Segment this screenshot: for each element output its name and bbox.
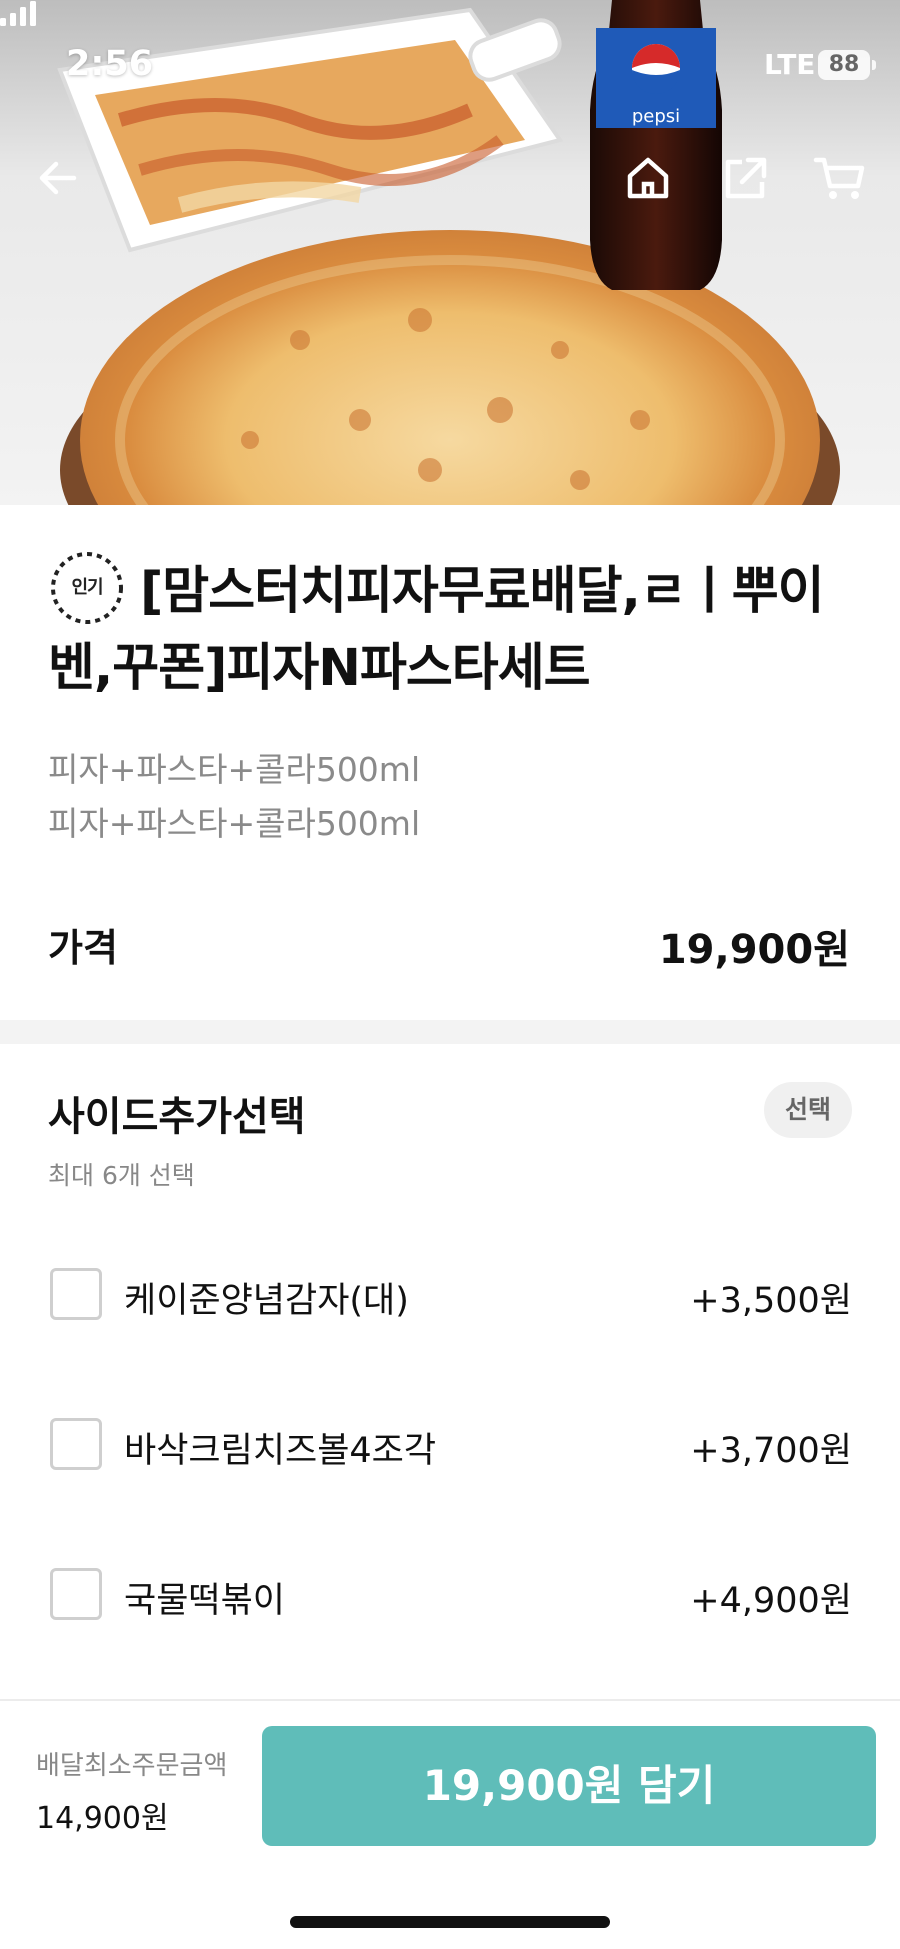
option-item-cheese-ball[interactable]: 바삭크림치즈볼4조각 +3,700원 xyxy=(48,1414,852,1474)
min-order-value: 14,900원 xyxy=(36,1801,169,1836)
battery-icon: 88 xyxy=(818,50,876,80)
arrow-left-icon xyxy=(39,161,77,195)
product-title-block: 인기 [맘스터치피자무료배달,ㄹㅣ뿌이벤,꾸폰]피자N파스타세트 xyxy=(48,552,868,705)
section-divider xyxy=(0,1020,900,1044)
product-description: 피자+파스타+콜라500ml 피자+파스타+콜라500ml xyxy=(48,743,420,851)
status-bar: 2:56 LTE 88 xyxy=(0,0,900,130)
option-price: +4,900원 xyxy=(690,1581,852,1621)
min-order-label: 배달최소주문금액 xyxy=(36,1751,228,1781)
cart-button[interactable] xyxy=(812,150,868,206)
option-item-tteokbokki[interactable]: 국물떡볶이 +4,900원 xyxy=(48,1564,852,1624)
product-info: 인기 [맘스터치피자무료배달,ㄹㅣ뿌이벤,꾸폰]피자N파스타세트 피자+파스타+… xyxy=(0,505,900,1020)
option-item-cajun-potato[interactable]: 케이준양념감자(대) +3,500원 xyxy=(48,1264,852,1324)
price-label: 가격 xyxy=(48,926,118,970)
product-title: 인기 [맘스터치피자무료배달,ㄹㅣ뿌이벤,꾸폰]피자N파스타세트 xyxy=(48,552,868,705)
product-hero-image: pepsi 2:56 LTE 88 xyxy=(0,0,900,505)
share-button[interactable] xyxy=(718,150,774,206)
section-subtitle: 최대 6개 선택 xyxy=(48,1161,195,1190)
section-title: 사이드추가선택 xyxy=(48,1094,306,1140)
network-type: LTE xyxy=(764,48,816,81)
back-button[interactable] xyxy=(32,150,88,206)
option-price: +3,700원 xyxy=(690,1431,852,1471)
product-description-line: 피자+파스타+콜라500ml xyxy=(48,750,421,789)
option-checkbox[interactable] xyxy=(50,1418,102,1470)
share-icon xyxy=(725,157,767,199)
product-title-text: [맘스터치피자무료배달,ㄹㅣ뿌이벤,꾸폰]피자N파스타세트 xyxy=(48,562,825,698)
product-description-line: 피자+파스타+콜라500ml xyxy=(48,804,421,843)
option-price: +3,500원 xyxy=(690,1281,852,1321)
option-name: 국물떡볶이 xyxy=(124,1581,286,1621)
popular-badge: 인기 xyxy=(48,549,126,627)
option-name: 바삭크림치즈볼4조각 xyxy=(124,1431,437,1471)
option-checkbox[interactable] xyxy=(50,1268,102,1320)
status-time: 2:56 xyxy=(66,44,154,84)
home-icon xyxy=(627,157,669,199)
cart-icon xyxy=(813,157,865,199)
signal-icon xyxy=(0,1,36,26)
home-indicator xyxy=(290,1916,610,1928)
option-checkbox[interactable] xyxy=(50,1568,102,1620)
optional-tag: 선택 xyxy=(764,1082,852,1138)
popular-badge-label: 인기 xyxy=(71,577,103,598)
home-button[interactable] xyxy=(620,150,676,206)
option-name: 케이준양념감자(대) xyxy=(124,1281,409,1321)
price-value: 19,900원 xyxy=(658,927,850,973)
add-to-cart-button[interactable]: 19,900원 담기 xyxy=(262,1726,876,1846)
bottom-action-bar: 배달최소주문금액 14,900원 19,900원 담기 xyxy=(0,1699,900,1949)
side-options-section: 사이드추가선택 선택 최대 6개 선택 케이준양념감자(대) +3,500원 바… xyxy=(0,1044,900,1699)
